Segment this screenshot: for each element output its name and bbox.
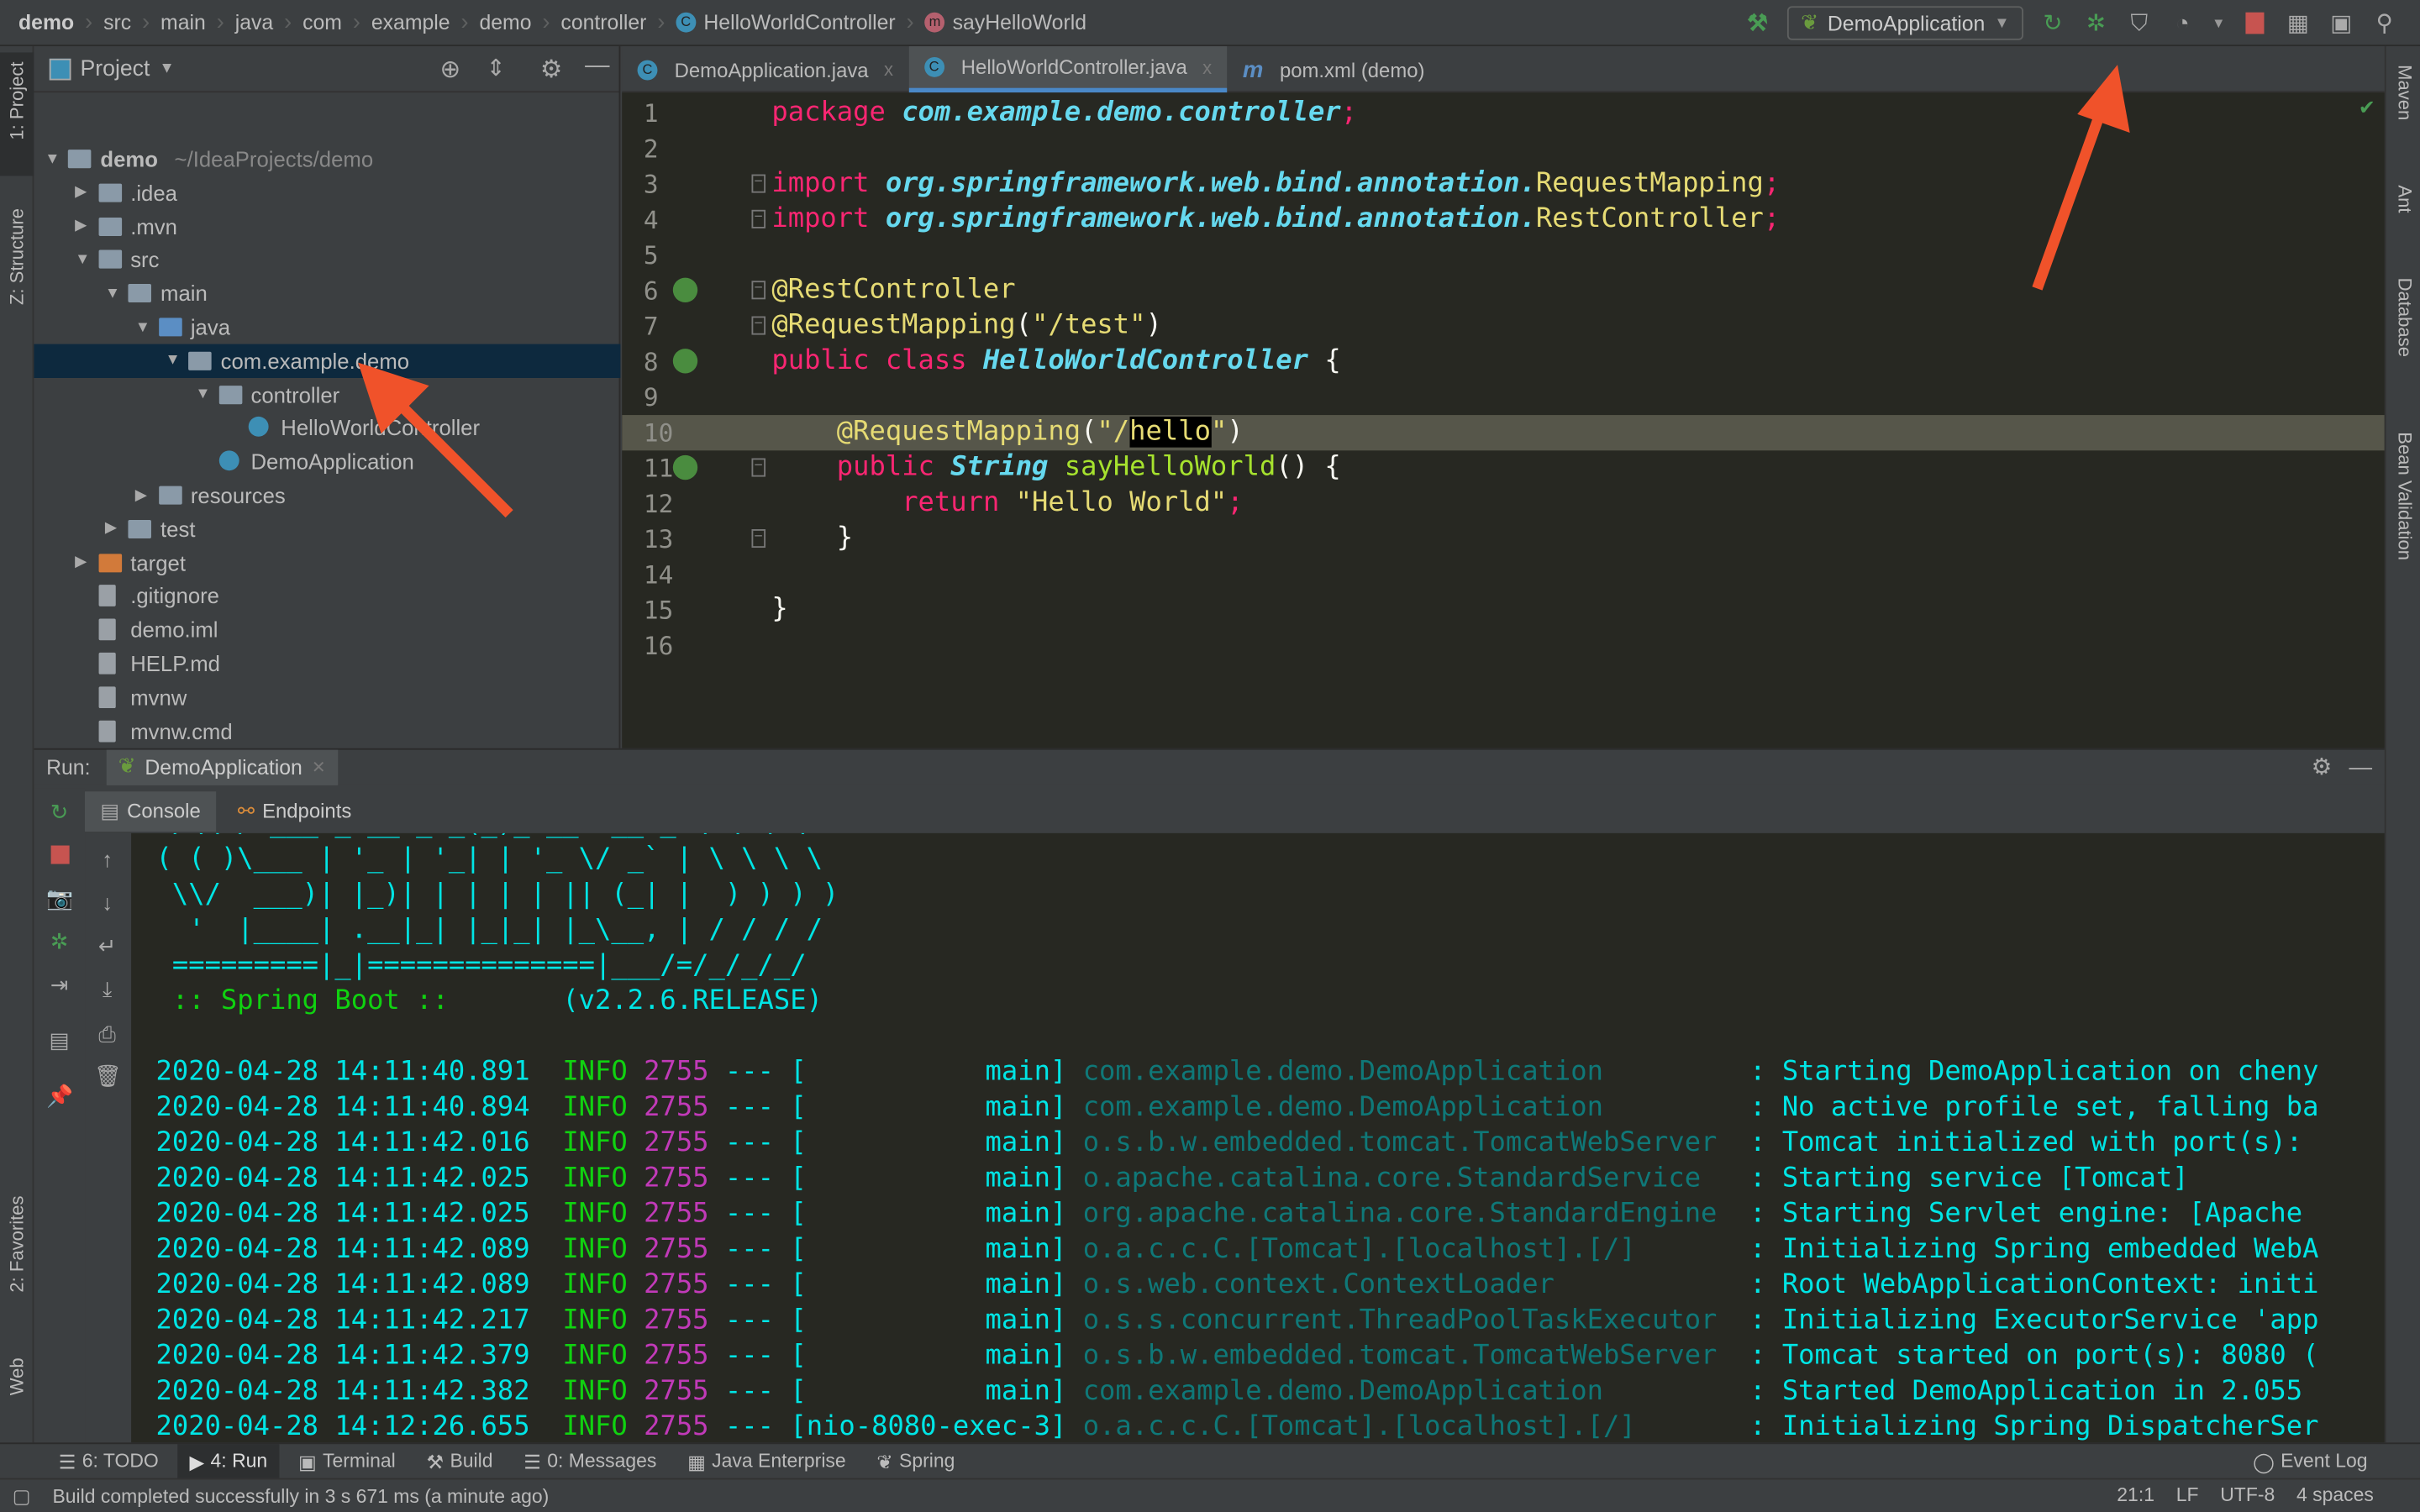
- ide-window: demo › src › main › java › com › example › demo › cont…: [0, 0, 2420, 1512]
- annotation-arrow-tree: [389, 394, 513, 518]
- annotation-arrow-toolbar: [2032, 106, 2107, 291]
- annotation-arrows: [358, 65, 2130, 518]
- annotation-arrowhead-toolbar: [2077, 65, 2130, 133]
